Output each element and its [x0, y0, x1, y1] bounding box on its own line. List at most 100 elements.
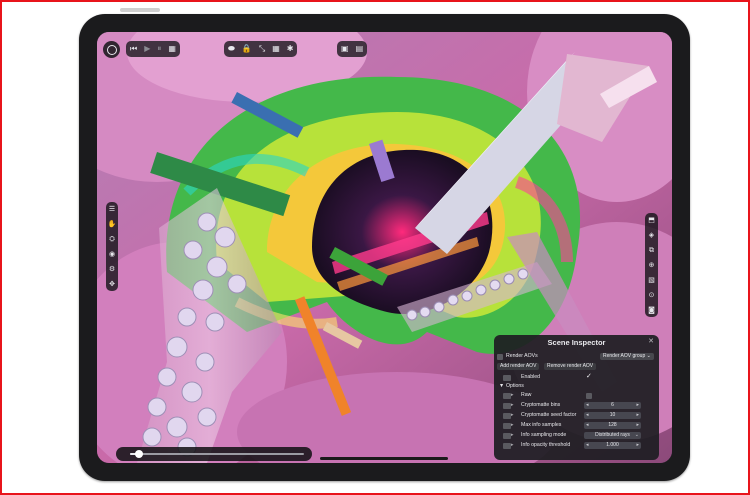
max-info-samples-label: Max info samples: [521, 422, 562, 428]
scene-inspector-panel: Scene Inspector ✕ Render AOVs Render AOV…: [494, 335, 659, 460]
decrement-icon[interactable]: ◂: [586, 412, 589, 419]
grid-icon[interactable]: ▦: [168, 41, 176, 57]
enabled-label: Enabled: [521, 374, 541, 380]
aov-buttons-row: Add render AOV Remove render AOV: [494, 363, 659, 371]
panel-icon[interactable]: ▤: [356, 41, 364, 57]
option-row-info-opacity-threshold: ▸ Info opacity threshold ◂ 1.000 ▸: [494, 442, 659, 450]
view-controls: ▣ ▤: [337, 41, 368, 57]
info-opacity-threshold-value: 1.000: [606, 442, 619, 448]
playback-toolbar: ⏮ ▶ ⏸ ▦: [126, 41, 180, 57]
max-info-samples-value: 128: [608, 422, 617, 428]
raw-icon: [503, 393, 511, 399]
info-sampling-mode-value: Distributed rays: [595, 432, 630, 438]
info-opacity-threshold-field[interactable]: ◂ 1.000 ▸: [584, 442, 641, 449]
enabled-icon: [503, 375, 511, 381]
expand-icon[interactable]: ▸: [511, 442, 514, 449]
increment-icon[interactable]: ▸: [636, 412, 639, 419]
max-info-samples-icon: [503, 423, 511, 429]
cryptomatte-seed-value: 10: [609, 412, 616, 418]
decrement-icon[interactable]: ◂: [586, 442, 589, 449]
cryptomatte-bins-icon: [503, 403, 511, 409]
material-icon[interactable]: ◈: [649, 231, 654, 239]
view-toolbar: ▣ ▤: [337, 41, 368, 57]
render-aov-value: Render AOV group: [603, 353, 646, 359]
slider-track: [130, 453, 304, 455]
option-row-raw: ▸ Raw: [494, 392, 659, 400]
checker-icon[interactable]: ▦: [272, 41, 280, 57]
option-row-cryptomatte-bins: ▸ Cryptomatte bins ◂ 6 ▸: [494, 402, 659, 410]
screenshot-icon[interactable]: ▣: [341, 41, 349, 57]
tools-controls: ⬬ 🔒 ⤡ ▦ ✱: [224, 41, 298, 57]
pause-icon[interactable]: ⏸: [157, 41, 161, 57]
enabled-checkbox[interactable]: ✓: [586, 373, 592, 380]
settings-icon[interactable]: ✱: [287, 41, 294, 57]
close-icon[interactable]: ✕: [648, 338, 654, 345]
render-aov-row: Render AOVs Render AOV group ⌄: [494, 353, 659, 361]
cryptomatte-bins-value: 6: [611, 402, 614, 408]
max-info-samples-field[interactable]: ◂ 128 ▸: [584, 422, 641, 429]
skip-back-icon[interactable]: ⏮: [130, 41, 137, 57]
play-icon[interactable]: ▶: [144, 41, 150, 57]
remove-render-aov-button[interactable]: Remove render AOV: [544, 363, 597, 370]
menu-button[interactable]: [103, 41, 120, 58]
raw-label: Raw: [521, 392, 532, 398]
page-tab-marker: [120, 8, 160, 12]
tools-toolbar: ⬬ 🔒 ⤡ ▦ ✱: [224, 41, 298, 57]
layer-icon[interactable]: ⬒: [648, 216, 655, 224]
add-icon[interactable]: ⊕: [649, 261, 655, 269]
duplicate-icon[interactable]: ⧉: [649, 246, 654, 254]
info-sampling-mode-select[interactable]: Distributed rays ⌄: [584, 432, 641, 439]
option-row-cryptomatte-seed: ▸ Cryptomatte seed factor ◂ 10 ▸: [494, 412, 659, 420]
increment-icon[interactable]: ▸: [636, 442, 639, 449]
chevron-down-icon: ⌄: [634, 432, 639, 438]
expand-icon[interactable]: ▸: [511, 432, 514, 439]
camera-icon[interactable]: ⊙: [649, 291, 655, 299]
expand-icon[interactable]: ▸: [511, 402, 514, 409]
options-row: ▼ Options: [494, 383, 659, 391]
enabled-row: Enabled ✓: [494, 373, 659, 382]
playback-controls: ⏮ ▶ ⏸ ▦: [126, 41, 180, 57]
decrement-icon[interactable]: ◂: [586, 422, 589, 429]
options-toggle-icon: ▼: [499, 383, 505, 389]
add-render-aov-button[interactable]: Add render AOV: [497, 363, 540, 370]
expand-icon[interactable]: ▸: [511, 422, 514, 429]
cryptomatte-seed-label: Cryptomatte seed factor: [521, 412, 577, 418]
info-opacity-threshold-icon: [503, 443, 511, 449]
timeline-slider[interactable]: [116, 447, 312, 461]
info-sampling-mode-label: Info sampling mode: [521, 432, 567, 438]
render-icon[interactable]: ◙: [648, 306, 655, 314]
move-icon[interactable]: ✥: [109, 280, 115, 288]
target-icon[interactable]: ◉: [109, 250, 115, 258]
render-aov-label: Render AOVs: [506, 353, 538, 359]
increment-icon[interactable]: ▸: [636, 402, 639, 409]
info-opacity-threshold-label: Info opacity threshold: [521, 442, 571, 448]
options-label: Options: [506, 383, 524, 389]
slider-knob[interactable]: [134, 450, 143, 458]
cog-icon[interactable]: ⚙: [109, 265, 115, 273]
right-tool-rail: ⬒ ◈ ⧉ ⊕ ▧ ⊙ ◙: [645, 213, 658, 317]
lock-icon[interactable]: 🔒: [242, 41, 252, 57]
cryptomatte-bins-field[interactable]: ◂ 6 ▸: [584, 402, 641, 409]
panel-title: Scene Inspector: [547, 338, 606, 347]
hand-icon[interactable]: ✋: [108, 220, 117, 228]
ipad-device: ⏮ ▶ ⏸ ▦ ⬬ 🔒 ⤡ ▦ ✱ ▣ ▤ ☰ ✋ ⛭ ◉ ⚙ ✥ ⬒ ◈ ⧉ …: [79, 14, 690, 481]
resize-icon[interactable]: ⤡: [259, 41, 265, 57]
cryptomatte-bins-label: Cryptomatte bins: [521, 402, 561, 408]
raw-checkbox[interactable]: [586, 393, 592, 399]
info-sampling-mode-icon: [503, 433, 511, 439]
increment-icon[interactable]: ▸: [636, 422, 639, 429]
render-aov-select[interactable]: Render AOV group ⌄: [600, 353, 654, 360]
decrement-icon[interactable]: ◂: [586, 402, 589, 409]
texture-icon[interactable]: ▧: [648, 276, 655, 284]
gear-icon[interactable]: ⛭: [109, 235, 115, 243]
camera-icon[interactable]: ⬬: [228, 41, 235, 57]
expand-icon[interactable]: ▸: [511, 392, 514, 399]
viewport[interactable]: ⏮ ▶ ⏸ ▦ ⬬ 🔒 ⤡ ▦ ✱ ▣ ▤ ☰ ✋ ⛭ ◉ ⚙ ✥ ⬒ ◈ ⧉ …: [97, 32, 672, 463]
option-row-max-info-samples: ▸ Max info samples ◂ 128 ▸: [494, 422, 659, 430]
option-row-info-sampling-mode: ▸ Info sampling mode Distributed rays ⌄: [494, 432, 659, 440]
expand-icon[interactable]: ▸: [511, 412, 514, 419]
select-icon[interactable]: ☰: [109, 205, 115, 213]
aov-icon: [497, 354, 503, 360]
circle-icon: [106, 44, 117, 55]
cryptomatte-seed-field[interactable]: ◂ 10 ▸: [584, 412, 641, 419]
